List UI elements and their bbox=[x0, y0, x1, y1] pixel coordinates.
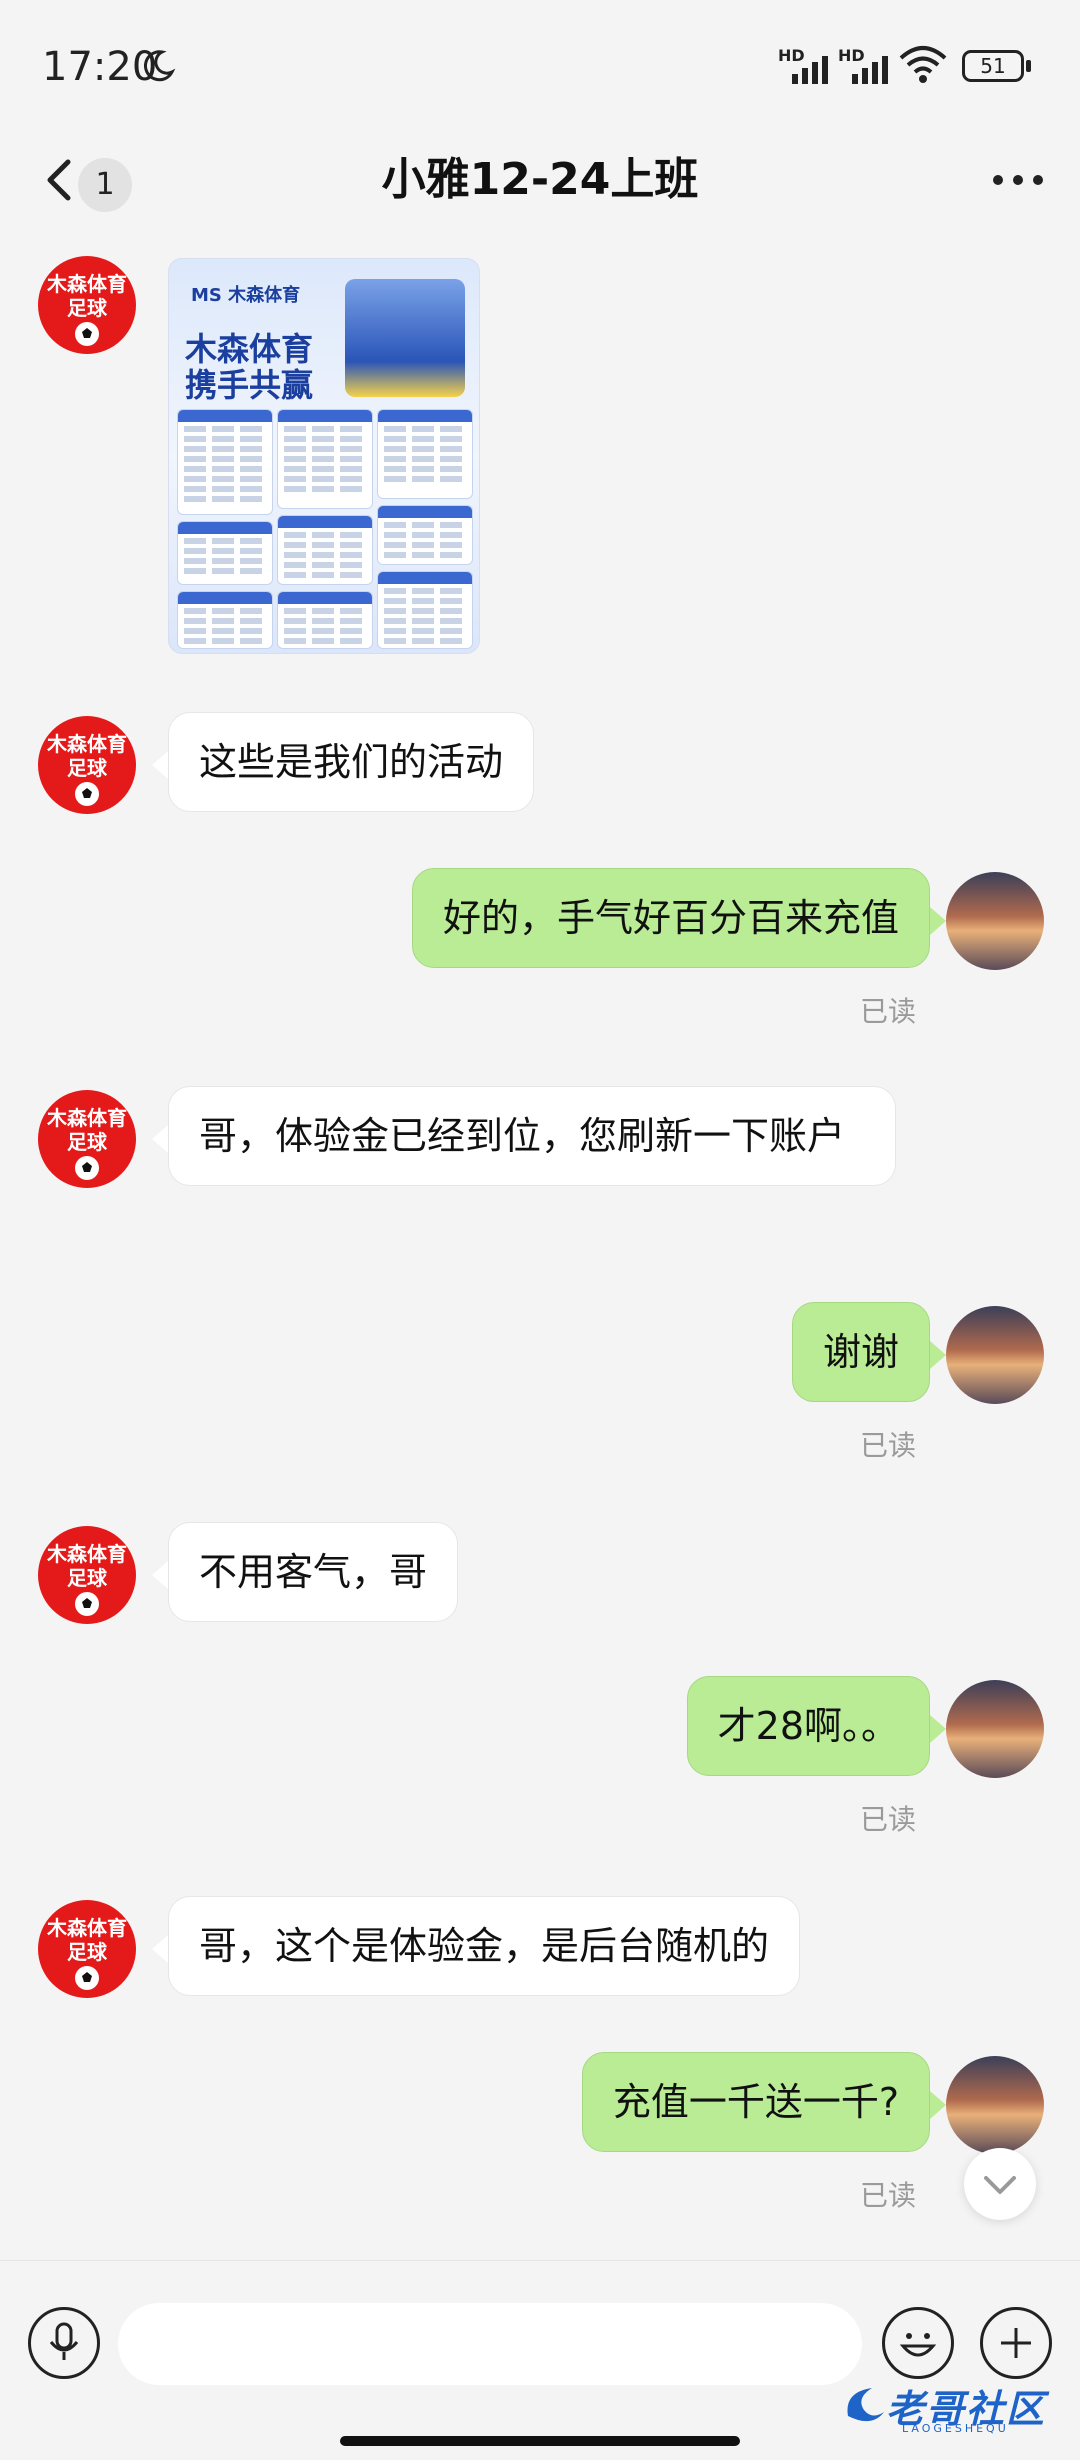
scroll-to-bottom-button[interactable] bbox=[964, 2148, 1036, 2220]
poster-table bbox=[377, 571, 473, 649]
chevron-down-icon bbox=[984, 2176, 1016, 2194]
signal-icon: HD bbox=[778, 46, 838, 86]
contact-avatar[interactable]: 木森体育 足球 bbox=[38, 1526, 136, 1624]
contact-avatar[interactable]: 木森体育 足球 bbox=[38, 256, 136, 354]
promo-poster-image[interactable]: MS 木森体育 木森体育 携手共赢 bbox=[168, 258, 480, 654]
poster-table bbox=[377, 505, 473, 565]
received-message[interactable]: 哥，体验金已经到位，您刷新一下账户 bbox=[168, 1086, 896, 1186]
chevron-left-icon[interactable] bbox=[38, 142, 78, 218]
received-message[interactable]: 不用客气，哥 bbox=[168, 1522, 459, 1622]
sent-message[interactable]: 充值一千送一千? bbox=[581, 2052, 930, 2152]
poster-table bbox=[277, 591, 373, 649]
poster-table bbox=[177, 521, 273, 585]
poster-title: 木森体育 携手共赢 bbox=[185, 330, 314, 404]
message-input[interactable] bbox=[118, 2303, 862, 2385]
more-icon[interactable] bbox=[988, 168, 1048, 192]
read-status: 已读 bbox=[860, 1803, 917, 1836]
mic-icon bbox=[49, 2322, 79, 2360]
poster-table bbox=[277, 515, 373, 585]
received-message[interactable]: 哥，这个是体验金，是后台随机的 bbox=[168, 1896, 801, 1996]
signal-icon: HD bbox=[838, 46, 898, 86]
poster-table bbox=[377, 409, 473, 499]
emoji-icon bbox=[899, 2333, 937, 2357]
soccer-ball-icon bbox=[75, 1156, 99, 1180]
user-avatar[interactable] bbox=[946, 2056, 1044, 2154]
soccer-ball-icon bbox=[75, 782, 99, 806]
user-avatar[interactable] bbox=[946, 872, 1044, 970]
battery-icon: 51 bbox=[962, 50, 1032, 82]
poster-table bbox=[277, 409, 373, 509]
read-status: 已读 bbox=[860, 1429, 917, 1462]
plus-button[interactable] bbox=[980, 2307, 1052, 2379]
soccer-ball-icon bbox=[75, 322, 99, 346]
player-photo bbox=[345, 279, 465, 397]
sent-message[interactable]: 谢谢 bbox=[791, 1302, 930, 1402]
plus-icon bbox=[1001, 2328, 1031, 2358]
soccer-ball-icon bbox=[75, 1592, 99, 1616]
message-list[interactable]: 木森体育 足球 MS 木森体育 木森体育 携手共赢 木森体育 足球 这些是我们的… bbox=[0, 232, 1080, 2260]
sent-message[interactable]: 好的，手气好百分百来充值 bbox=[411, 868, 930, 968]
soccer-ball-icon bbox=[75, 1966, 99, 1990]
user-avatar[interactable] bbox=[946, 1680, 1044, 1778]
contact-avatar[interactable]: 木森体育 足球 bbox=[38, 716, 136, 814]
read-status: 已读 bbox=[860, 995, 917, 1028]
page-title: 小雅12-24上班 bbox=[381, 154, 699, 205]
wifi-icon bbox=[899, 46, 947, 83]
status-bar: 17:20 HD HD 51 bbox=[0, 0, 1080, 130]
poster-table bbox=[177, 591, 273, 649]
poster-table bbox=[177, 409, 273, 515]
read-status: 已读 bbox=[860, 2179, 917, 2212]
mic-button[interactable] bbox=[28, 2307, 100, 2379]
home-indicator bbox=[340, 2436, 740, 2446]
received-message[interactable]: 这些是我们的活动 bbox=[168, 712, 535, 812]
emoji-button[interactable] bbox=[882, 2307, 954, 2379]
user-avatar[interactable] bbox=[946, 1306, 1044, 1404]
unread-count-badge[interactable]: 1 bbox=[78, 158, 132, 212]
watermark-logo: 老哥社区 LAOGESHEQU bbox=[842, 2378, 1068, 2436]
contact-avatar[interactable]: 木森体育 足球 bbox=[38, 1900, 136, 1998]
contact-avatar[interactable]: 木森体育 足球 bbox=[38, 1090, 136, 1188]
sent-message[interactable]: 才28啊。。 bbox=[686, 1676, 930, 1776]
moon-icon bbox=[143, 50, 176, 82]
chat-header: 小雅12-24上班 1 bbox=[0, 130, 1080, 232]
